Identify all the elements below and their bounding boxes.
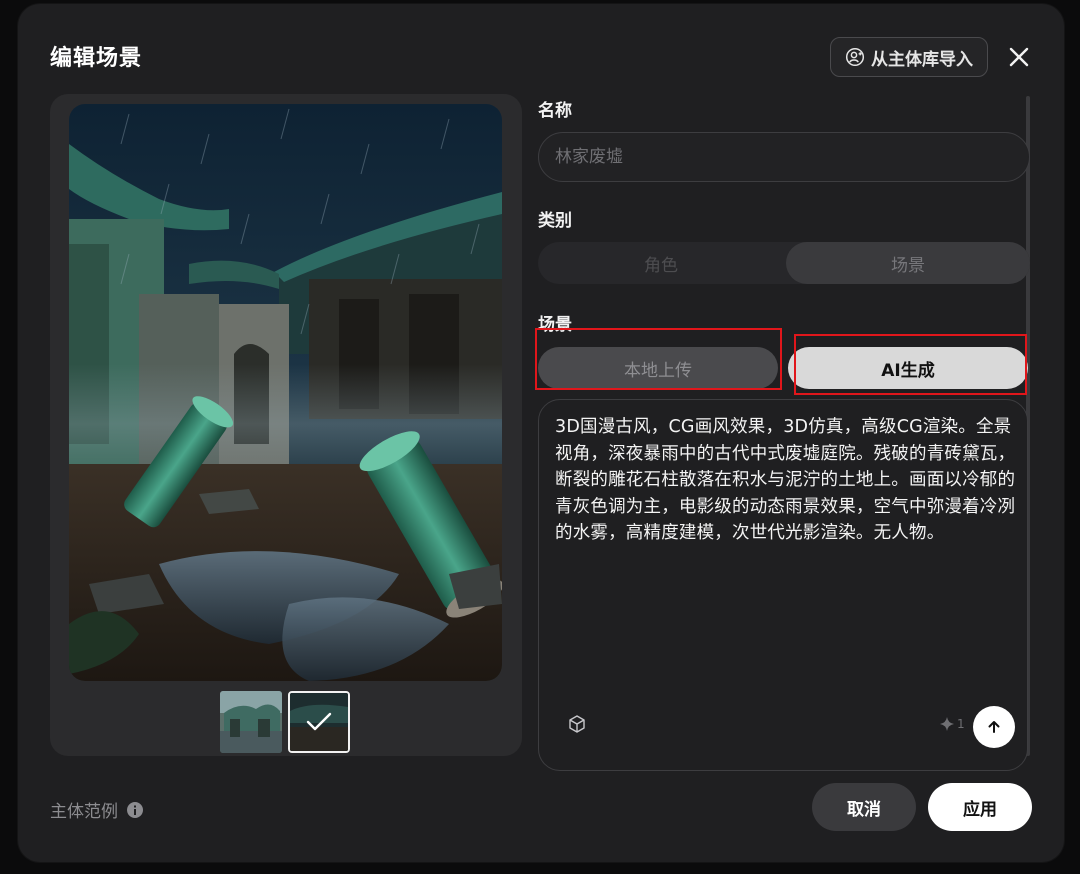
credit-cost-value: 1 — [957, 717, 965, 731]
thumbnail-1[interactable] — [220, 691, 282, 753]
import-button-label: 从主体库导入 — [871, 49, 973, 70]
sparkle-icon — [940, 717, 954, 731]
highlight-box-ai-generate — [794, 334, 1027, 395]
edit-scene-dialog: 编辑场景 从主体库导入 名称 林家废墟 类别 角色 场景 场景 本地上传 AI生… — [18, 4, 1064, 862]
import-from-library-button[interactable]: 从主体库导入 — [830, 37, 988, 77]
info-icon[interactable] — [126, 801, 144, 819]
highlight-box-local-upload — [535, 328, 782, 390]
category-option-character[interactable]: 角色 — [538, 242, 784, 284]
cancel-button[interactable]: 取消 — [812, 783, 916, 831]
cube-icon[interactable] — [567, 714, 587, 734]
prompt-text: 3D国漫古风，CG画风效果，3D仿真，高级CG渲染。全景视角，深夜暴雨中的古代中… — [555, 417, 1016, 543]
submit-generate-button[interactable] — [973, 706, 1015, 748]
scene-preview-image — [69, 104, 502, 681]
preview-panel — [50, 94, 522, 756]
close-icon[interactable] — [1006, 44, 1032, 70]
name-input[interactable] — [538, 132, 1030, 182]
credit-cost: 1 — [939, 716, 965, 732]
thumbnail-strip — [220, 691, 350, 753]
thumbnail-2[interactable] — [288, 691, 350, 753]
category-option-scene[interactable]: 场景 — [786, 242, 1030, 284]
name-label: 名称 — [538, 101, 572, 121]
subject-example-hint: 主体范例 — [50, 797, 144, 822]
subject-example-label: 主体范例 — [50, 802, 118, 822]
apply-button[interactable]: 应用 — [928, 783, 1032, 831]
arrow-up-icon — [988, 721, 1000, 733]
category-label: 类别 — [538, 211, 572, 231]
user-library-icon — [845, 47, 865, 67]
dialog-title: 编辑场景 — [50, 46, 143, 71]
prompt-textarea[interactable]: 3D国漫古风，CG画风效果，3D仿真，高级CG渲染。全景视角，深夜暴雨中的古代中… — [538, 399, 1028, 771]
